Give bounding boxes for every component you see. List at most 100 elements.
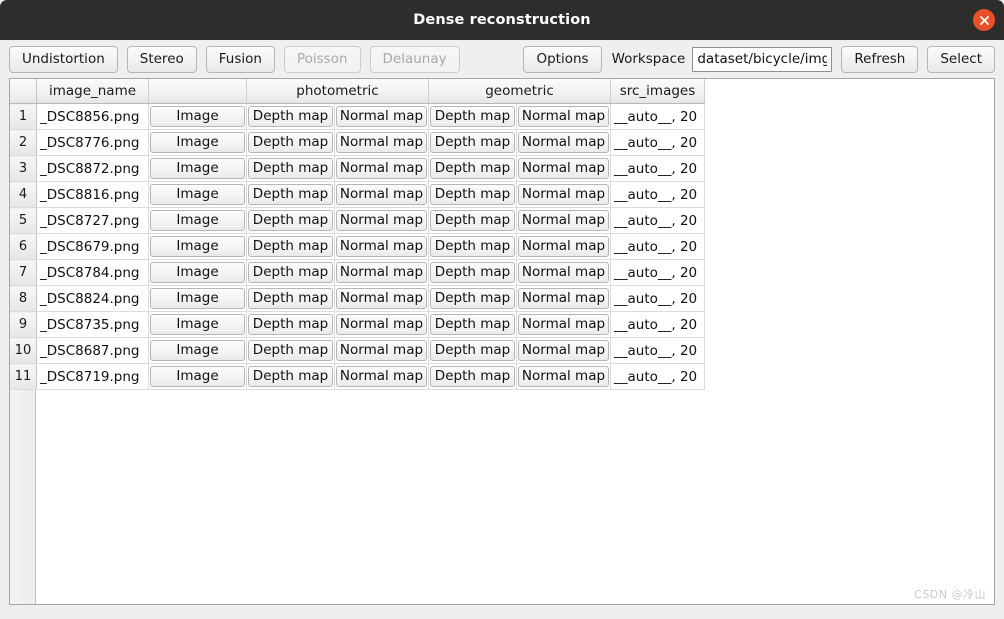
cell-photometric-normal-map-button[interactable]: Normal map	[336, 184, 427, 205]
cell-geometric-normal-map-button[interactable]: Normal map	[518, 158, 609, 179]
row-number[interactable]: 7	[10, 259, 37, 286]
cell-photometric-normal-map-button[interactable]: Normal map	[336, 288, 427, 309]
cell-image-button[interactable]: Image	[150, 184, 245, 205]
cell-photometric-normal-map-button[interactable]: Normal map	[336, 340, 427, 361]
cell-photometric-normal-map-button[interactable]: Normal map	[336, 210, 427, 231]
row-number[interactable]: 9	[10, 311, 37, 338]
cell-image-name[interactable]: _DSC8776.png	[36, 129, 149, 156]
row-number[interactable]: 3	[10, 155, 37, 182]
cell-geometric-depth-map-button[interactable]: Depth map	[430, 132, 515, 153]
cell-geometric-normal-map-button[interactable]: Normal map	[518, 236, 609, 257]
cell-geometric-depth-map-button[interactable]: Depth map	[430, 210, 515, 231]
cell-image-button[interactable]: Image	[150, 366, 245, 387]
cell-image-button[interactable]: Image	[150, 288, 245, 309]
cell-geometric-depth-map-button[interactable]: Depth map	[430, 184, 515, 205]
cell-geometric-normal-map-button[interactable]: Normal map	[518, 366, 609, 387]
cell-geometric-normal-map-button[interactable]: Normal map	[518, 262, 609, 283]
cell-geometric-depth-map-button[interactable]: Depth map	[430, 314, 515, 335]
cell-photometric-depth-map-button[interactable]: Depth map	[248, 262, 333, 283]
cell-photometric-depth-map-button[interactable]: Depth map	[248, 314, 333, 335]
header-geometric[interactable]: geometric	[428, 79, 611, 104]
cell-image-name[interactable]: _DSC8816.png	[36, 181, 149, 208]
refresh-button[interactable]: Refresh	[841, 45, 919, 73]
undistortion-button[interactable]: Undistortion	[9, 45, 118, 73]
cell-geometric-normal-map-button[interactable]: Normal map	[518, 184, 609, 205]
cell-geometric-depth-map-button[interactable]: Depth map	[430, 288, 515, 309]
header-photometric[interactable]: photometric	[246, 79, 429, 104]
header-image[interactable]	[148, 79, 247, 104]
cell-geometric-depth-map-button[interactable]: Depth map	[430, 366, 515, 387]
row-number[interactable]: 2	[10, 129, 37, 156]
close-button[interactable]	[973, 9, 995, 31]
options-button[interactable]: Options	[523, 45, 602, 73]
cell-photometric-normal-map-button[interactable]: Normal map	[336, 158, 427, 179]
cell-image-button[interactable]: Image	[150, 340, 245, 361]
cell-geometric-normal-map-button[interactable]: Normal map	[518, 314, 609, 335]
cell-geometric-normal-map-button[interactable]: Normal map	[518, 288, 609, 309]
cell-src-images[interactable]: __auto__, 20	[610, 103, 705, 130]
stereo-button[interactable]: Stereo	[126, 45, 197, 73]
cell-image-button[interactable]: Image	[150, 210, 245, 231]
cell-geometric-depth-map-button[interactable]: Depth map	[430, 262, 515, 283]
cell-image-name[interactable]: _DSC8735.png	[36, 311, 149, 338]
cell-src-images[interactable]: __auto__, 20	[610, 155, 705, 182]
cell-photometric-depth-map-button[interactable]: Depth map	[248, 210, 333, 231]
cell-image-button[interactable]: Image	[150, 106, 245, 127]
cell-geometric-depth-map-button[interactable]: Depth map	[430, 158, 515, 179]
cell-image-name[interactable]: _DSC8679.png	[36, 233, 149, 260]
cell-image-name[interactable]: _DSC8727.png	[36, 207, 149, 234]
cell-image-name[interactable]: _DSC8856.png	[36, 103, 149, 130]
cell-src-images[interactable]: __auto__, 20	[610, 363, 705, 390]
cell-geometric-normal-map-button[interactable]: Normal map	[518, 210, 609, 231]
cell-geometric-normal-map-button[interactable]: Normal map	[518, 132, 609, 153]
cell-photometric-depth-map-button[interactable]: Depth map	[248, 158, 333, 179]
cell-image-name[interactable]: _DSC8719.png	[36, 363, 149, 390]
cell-geometric-normal-map-button[interactable]: Normal map	[518, 106, 609, 127]
cell-image-button[interactable]: Image	[150, 158, 245, 179]
cell-src-images[interactable]: __auto__, 20	[610, 233, 705, 260]
cell-photometric-depth-map-button[interactable]: Depth map	[248, 366, 333, 387]
row-number[interactable]: 4	[10, 181, 37, 208]
images-table-container[interactable]: image_name photometric geometric src_ima…	[9, 78, 995, 605]
cell-geometric-depth-map-button[interactable]: Depth map	[430, 106, 515, 127]
cell-photometric-depth-map-button[interactable]: Depth map	[248, 184, 333, 205]
row-number[interactable]: 6	[10, 233, 37, 260]
cell-src-images[interactable]: __auto__, 20	[610, 259, 705, 286]
cell-src-images[interactable]: __auto__, 20	[610, 311, 705, 338]
cell-src-images[interactable]: __auto__, 20	[610, 181, 705, 208]
cell-geometric-depth-map-button[interactable]: Depth map	[430, 236, 515, 257]
cell-image-button[interactable]: Image	[150, 262, 245, 283]
cell-photometric-depth-map-button[interactable]: Depth map	[248, 106, 333, 127]
cell-geometric-normal-map-button[interactable]: Normal map	[518, 340, 609, 361]
cell-src-images[interactable]: __auto__, 20	[610, 285, 705, 312]
cell-photometric-normal-map-button[interactable]: Normal map	[336, 132, 427, 153]
cell-src-images[interactable]: __auto__, 20	[610, 129, 705, 156]
cell-photometric-normal-map-button[interactable]: Normal map	[336, 106, 427, 127]
cell-image-button[interactable]: Image	[150, 132, 245, 153]
cell-image-name[interactable]: _DSC8687.png	[36, 337, 149, 364]
row-number[interactable]: 5	[10, 207, 37, 234]
cell-photometric-normal-map-button[interactable]: Normal map	[336, 236, 427, 257]
header-image-name[interactable]: image_name	[36, 79, 149, 104]
cell-image-name[interactable]: _DSC8784.png	[36, 259, 149, 286]
cell-photometric-normal-map-button[interactable]: Normal map	[336, 366, 427, 387]
cell-src-images[interactable]: __auto__, 20	[610, 337, 705, 364]
workspace-input[interactable]	[692, 46, 833, 72]
cell-geometric-depth-map-button[interactable]: Depth map	[430, 340, 515, 361]
cell-photometric-depth-map-button[interactable]: Depth map	[248, 288, 333, 309]
cell-photometric-normal-map-button[interactable]: Normal map	[336, 262, 427, 283]
row-number[interactable]: 8	[10, 285, 37, 312]
fusion-button[interactable]: Fusion	[205, 45, 275, 73]
cell-image-button[interactable]: Image	[150, 314, 245, 335]
cell-image-name[interactable]: _DSC8824.png	[36, 285, 149, 312]
cell-src-images[interactable]: __auto__, 20	[610, 207, 705, 234]
cell-image-name[interactable]: _DSC8872.png	[36, 155, 149, 182]
cell-photometric-depth-map-button[interactable]: Depth map	[248, 132, 333, 153]
row-number[interactable]: 11	[10, 363, 37, 390]
header-corner[interactable]	[10, 79, 37, 104]
row-number[interactable]: 10	[10, 337, 37, 364]
cell-image-button[interactable]: Image	[150, 236, 245, 257]
row-number[interactable]: 1	[10, 103, 37, 130]
cell-photometric-depth-map-button[interactable]: Depth map	[248, 340, 333, 361]
select-button[interactable]: Select	[927, 45, 995, 73]
